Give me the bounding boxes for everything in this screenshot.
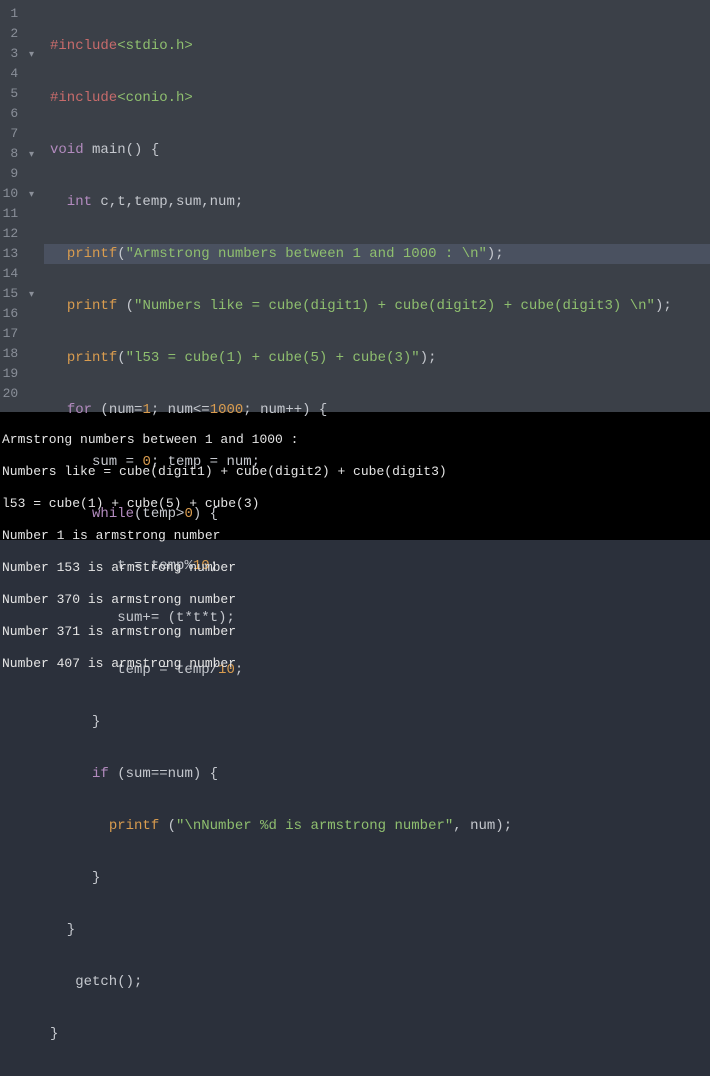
code-line: }: [50, 1024, 710, 1044]
code-line: printf("l53 = cube(1) + cube(5) + cube(3…: [50, 348, 710, 368]
code-line: for (num=1; num<=1000; num++) {: [50, 400, 710, 420]
code-line: printf ("\nNumber %d is armstrong number…: [50, 816, 710, 836]
code-line: #include<conio.h>: [50, 88, 710, 108]
code-area[interactable]: #include<stdio.h> #include<conio.h> void…: [44, 0, 710, 412]
code-line-current: printf("Armstrong numbers between 1 and …: [44, 244, 710, 264]
terminal-line: Number 370 is armstrong number: [2, 592, 708, 608]
code-line: if (sum==num) {: [50, 764, 710, 784]
code-line: }: [50, 868, 710, 888]
code-line: void main() {: [50, 140, 710, 160]
code-line: }: [50, 712, 710, 732]
code-line: printf ("Numbers like = cube(digit1) + c…: [50, 296, 710, 316]
code-line: #include<stdio.h>: [50, 36, 710, 56]
code-line: }: [50, 920, 710, 940]
code-line: int c,t,temp,sum,num;: [50, 192, 710, 212]
line-number-gutter: 1 2 3 ▾ 4 5 6 7 8 ▾ 9 10 ▾ 11 12 13 14 1…: [0, 0, 44, 412]
code-line: getch();: [50, 972, 710, 992]
code-editor[interactable]: 1 2 3 ▾ 4 5 6 7 8 ▾ 9 10 ▾ 11 12 13 14 1…: [0, 0, 710, 412]
